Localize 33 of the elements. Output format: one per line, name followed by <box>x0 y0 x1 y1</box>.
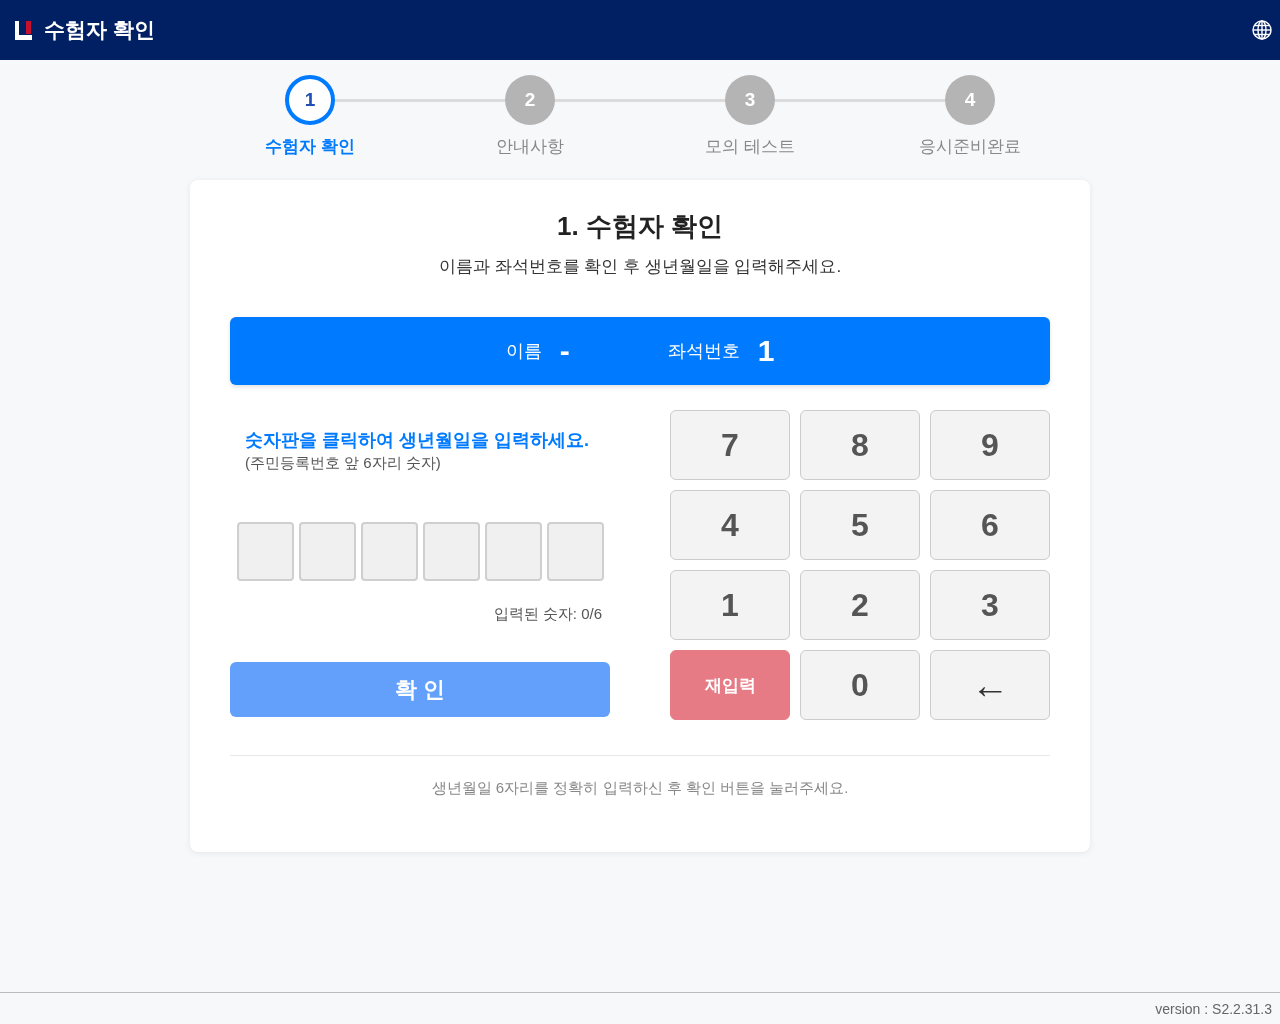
version-text: version : S2.2.31.3 <box>1155 1000 1272 1017</box>
seat-label: 좌석번호 <box>667 340 740 363</box>
name-label: 이름 <box>505 340 542 363</box>
step-label: 안내사항 <box>496 136 564 158</box>
keypad-key[interactable]: 0 <box>800 650 920 720</box>
instruction-text: 숫자판을 클릭하여 생년월일을 입력하세요. <box>245 429 589 452</box>
keypad-key[interactable]: 7 <box>670 410 790 480</box>
step-indicator: 4 <box>945 75 995 125</box>
entered-count: 입력된 숫자: 0/6 <box>493 604 602 624</box>
keypad-key[interactable]: 8 <box>800 410 920 480</box>
step-label: 모의 테스트 <box>705 136 795 158</box>
step-label: 응시준비완료 <box>919 136 1021 158</box>
backspace-key[interactable]: ← <box>930 650 1050 720</box>
name-value: - <box>559 334 570 368</box>
step-indicator: 2 <box>505 75 555 125</box>
logo-icon <box>15 20 33 40</box>
keypad-key[interactable]: 9 <box>930 410 1050 480</box>
step-label: 수험자 확인 <box>265 136 355 158</box>
note-text: 생년월일 6자리를 정확히 입력하신 후 확인 버튼을 눌러주세요. <box>431 778 849 798</box>
page-title: 수험자 확인 <box>44 17 155 43</box>
step-indicator: 3 <box>725 75 775 125</box>
card-subtitle: 이름과 좌석번호를 확인 후 생년월일을 입력해주세요. <box>438 256 842 278</box>
step-indicator: 1 <box>285 75 335 125</box>
keypad-key[interactable]: 2 <box>800 570 920 640</box>
keypad-key[interactable]: 3 <box>930 570 1050 640</box>
keypad-key[interactable]: 5 <box>800 490 920 560</box>
keypad-key[interactable]: 6 <box>930 490 1050 560</box>
hint-text: (주민등록번호 앞 6자리 숫자) <box>245 453 441 473</box>
card-title: 1. 수험자 확인 <box>556 210 724 242</box>
language-globe-icon[interactable] <box>1252 20 1272 40</box>
keypad-key[interactable]: 4 <box>670 490 790 560</box>
keypad-key[interactable]: 1 <box>670 570 790 640</box>
seat-value: 1 <box>757 334 775 368</box>
